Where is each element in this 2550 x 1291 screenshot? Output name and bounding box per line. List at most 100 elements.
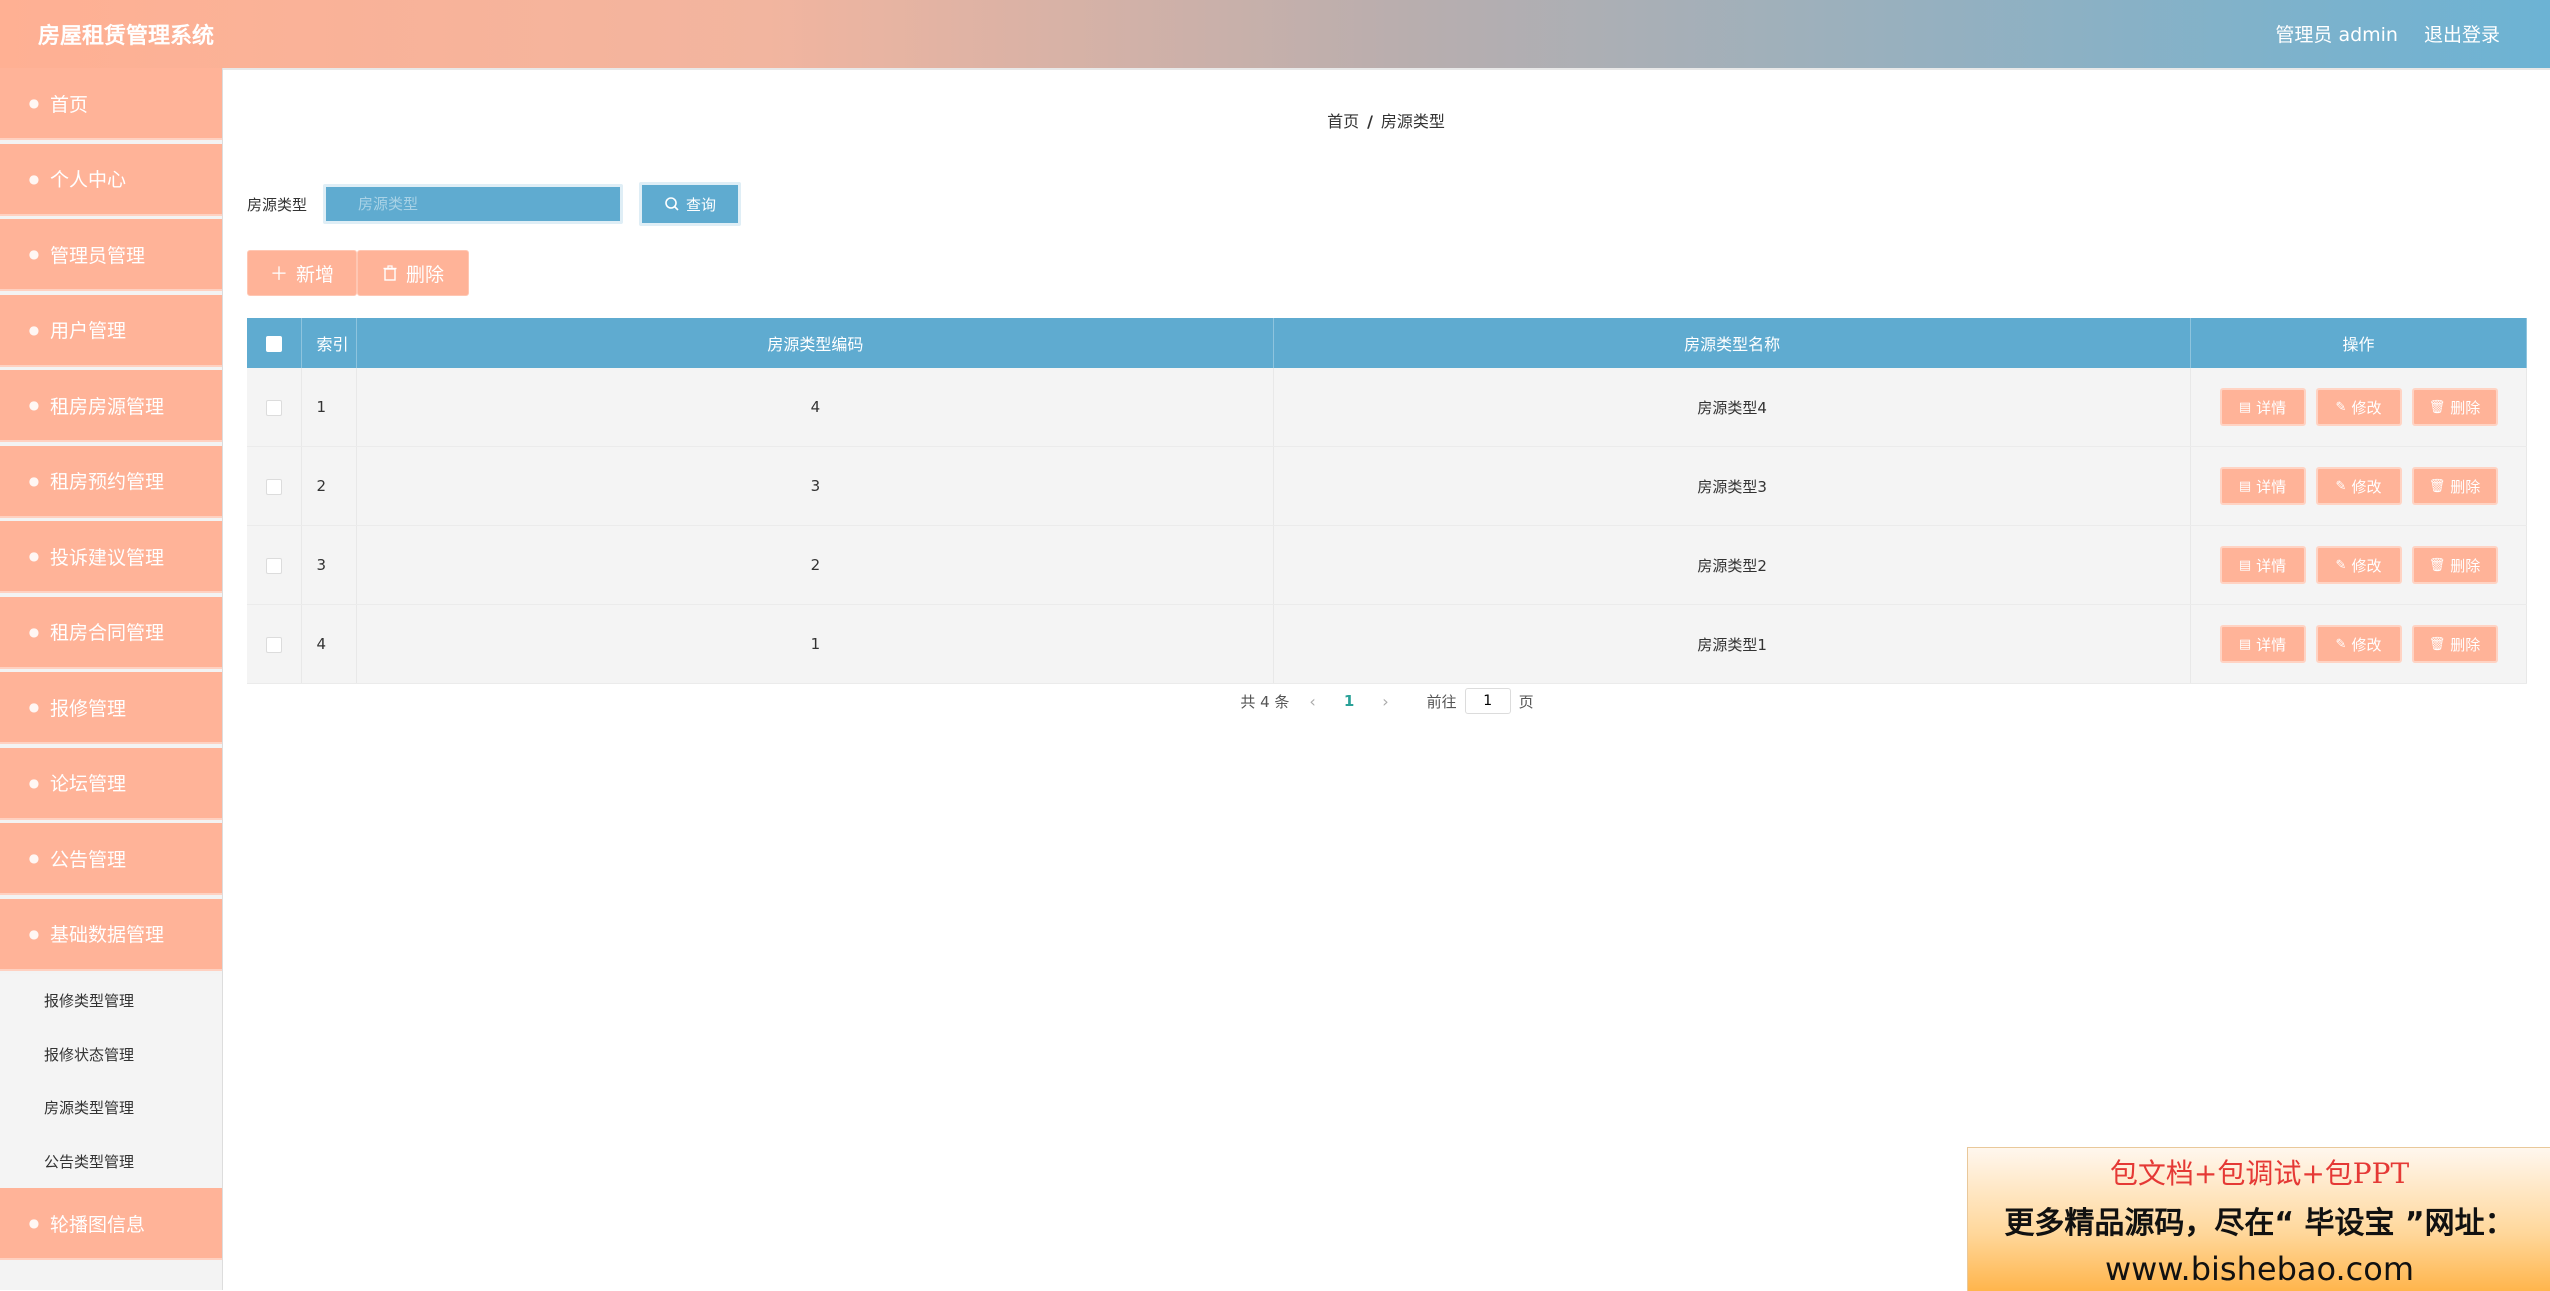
pencil-icon: ✎: [2335, 478, 2347, 494]
sidebar-item-9[interactable]: ● 论坛管理: [0, 747, 222, 820]
table-header-row: 索引 房源类型编码 房源类型名称 操作: [247, 318, 2527, 368]
delete-button[interactable]: 🗑 删除: [2411, 546, 2498, 584]
row-name: 房源类型2: [1273, 525, 2192, 605]
delete-button[interactable]: 🗑 删除: [2411, 388, 2498, 426]
page-jump: 前往 页: [1427, 688, 1534, 714]
row-checkbox[interactable]: [266, 478, 283, 495]
pencil-icon: ✎: [2335, 636, 2347, 652]
submenu-basic-data: 报修类型管理 报修状态管理 房源类型管理 公告类型管理: [0, 974, 222, 1188]
calendar-icon: ●: [28, 473, 40, 488]
row-select-cell: [247, 446, 303, 526]
prev-page-icon[interactable]: ‹: [1303, 692, 1321, 711]
add-button-label: 新增: [295, 263, 334, 286]
logout-link[interactable]: 退出登录: [2424, 20, 2500, 47]
edit-button[interactable]: ✎ 修改: [2315, 546, 2402, 584]
row-index: 1: [301, 368, 358, 447]
forum-icon: ●: [28, 775, 40, 790]
goto-page-input[interactable]: [1464, 688, 1511, 714]
column-header-name: 房源类型名称: [1273, 318, 2192, 368]
next-page-icon[interactable]: ›: [1376, 692, 1394, 711]
delete-button[interactable]: 🗑 删除: [2411, 467, 2498, 505]
pagination-total: 共 4 条: [1240, 692, 1290, 711]
ad-line-2: 更多精品源码，尽在“ 毕设宝 ”网址：: [2004, 1206, 2515, 1241]
document-icon: ▤: [2238, 557, 2252, 573]
row-actions: ▤ 详情 ✎ 修改 🗑 删除: [2190, 368, 2527, 447]
submenu-item[interactable]: 报修状态管理: [0, 1028, 222, 1082]
row-code: 2: [356, 525, 1275, 605]
row-index: 3: [301, 525, 358, 605]
page-suffix: 页: [1518, 692, 1534, 711]
house-type-table: 索引 房源类型编码 房源类型名称 操作 1 4 房源类型4 ▤ 详情 ✎ 修改 🗑 删除 2 3 房源…: [247, 318, 2527, 684]
sidebar-item-2[interactable]: ● 管理员管理: [0, 219, 222, 291]
delete-button[interactable]: 🗑 删除: [2411, 625, 2498, 663]
edit-button[interactable]: ✎ 修改: [2315, 388, 2402, 426]
delete-button-label: 删除: [2450, 398, 2481, 417]
sidebar-item-6[interactable]: ● 投诉建议管理: [0, 521, 222, 593]
detail-button-label: 详情: [2256, 477, 2287, 496]
edit-button-label: 修改: [2351, 398, 2382, 417]
sidebar-item-11[interactable]: ● 基础数据管理: [0, 898, 222, 971]
submenu-item[interactable]: 报修类型管理: [0, 974, 222, 1028]
submenu-item[interactable]: 房源类型管理: [0, 1081, 222, 1135]
goto-label: 前往: [1426, 692, 1457, 711]
detail-button[interactable]: ▤ 详情: [2219, 546, 2306, 584]
edit-button[interactable]: ✎ 修改: [2315, 467, 2402, 505]
page-number[interactable]: 1: [1336, 692, 1362, 710]
column-header-index: 索引: [301, 318, 358, 368]
sidebar-item-1[interactable]: ● 个人中心: [0, 143, 222, 216]
watermark-ad-banner: 包文档+包调试+包PPT 更多精品源码，尽在“ 毕设宝 ”网址： www.bis…: [1967, 1147, 2550, 1291]
admin-icon: ●: [28, 247, 40, 261]
sidebar-item-label: 租房预约管理: [50, 471, 165, 493]
sidebar-item-label: 公告管理: [50, 848, 127, 871]
sidebar-item-label: 租房房源管理: [50, 395, 165, 418]
detail-button[interactable]: ▤ 详情: [2219, 467, 2306, 505]
breadcrumb-home[interactable]: 首页: [1327, 112, 1359, 131]
table-row: 2 3 房源类型3 ▤ 详情 ✎ 修改 🗑 删除: [247, 446, 2527, 526]
row-code: 4: [356, 368, 1275, 447]
sidebar-item-label: 管理员管理: [50, 244, 146, 267]
plus-icon: ＋: [269, 264, 288, 285]
select-all-checkbox[interactable]: [266, 336, 283, 352]
sidebar-item-label: 基础数据管理: [50, 924, 165, 946]
pencil-icon: ✎: [2335, 557, 2347, 573]
row-select-cell: [247, 604, 303, 684]
submenu-item[interactable]: 公告类型管理: [0, 1135, 222, 1189]
main-content: 首页 / 房源类型 房源类型 查询 ＋ 新增 删除 索引 房源类型编码 房源类型名称: [222, 70, 2550, 1290]
row-actions: ▤ 详情 ✎ 修改 🗑 删除: [2190, 604, 2527, 684]
sidebar-item-4[interactable]: ● 租房房源管理: [0, 370, 222, 442]
detail-button[interactable]: ▤ 详情: [2219, 388, 2306, 426]
sidebar-item-5[interactable]: ● 租房预约管理: [0, 445, 222, 518]
sidebar: ● 首页 ● 个人中心 ● 管理员管理 ● 用户管理 ● 租房房源管理 ● 租房预约管理 ● 投诉建议管理…: [0, 68, 223, 1290]
edit-button-label: 修改: [2351, 635, 2382, 654]
detail-button-label: 详情: [2256, 398, 2287, 417]
edit-button[interactable]: ✎ 修改: [2315, 625, 2402, 663]
action-row: ＋ 新增 删除: [247, 250, 469, 296]
sidebar-item-3[interactable]: ● 用户管理: [0, 294, 222, 367]
batch-delete-button[interactable]: 删除: [357, 250, 469, 296]
sidebar-item-7[interactable]: ● 租房合同管理: [0, 596, 222, 669]
add-button[interactable]: ＋ 新增: [247, 250, 357, 296]
trash-icon: 🗑: [2428, 399, 2446, 415]
sidebar-item-label: 轮播图信息: [50, 1213, 146, 1236]
sidebar-item-label: 报修管理: [50, 697, 127, 720]
row-code: 3: [356, 446, 1275, 526]
detail-button[interactable]: ▤ 详情: [2219, 625, 2306, 663]
row-checkbox[interactable]: [266, 399, 283, 416]
data-icon: ●: [28, 926, 40, 941]
document-icon: ▤: [2238, 399, 2252, 415]
sidebar-item-12[interactable]: ● 轮播图信息: [0, 1188, 222, 1260]
row-code: 1: [356, 604, 1275, 684]
breadcrumb: 首页 / 房源类型: [222, 108, 2550, 132]
column-header-actions: 操作: [2190, 318, 2527, 368]
row-checkbox[interactable]: [266, 636, 283, 653]
delete-button-label: 删除: [2450, 635, 2481, 654]
house-type-search-input[interactable]: [323, 184, 624, 224]
document-icon: ▤: [2238, 636, 2252, 652]
query-button[interactable]: 查询: [639, 182, 742, 226]
sidebar-item-0[interactable]: ● 首页: [0, 68, 222, 140]
trash-icon: [383, 265, 397, 281]
sidebar-item-8[interactable]: ● 报修管理: [0, 672, 222, 744]
sidebar-item-label: 投诉建议管理: [50, 546, 165, 569]
sidebar-item-10[interactable]: ● 公告管理: [0, 823, 222, 895]
row-checkbox[interactable]: [266, 557, 283, 574]
